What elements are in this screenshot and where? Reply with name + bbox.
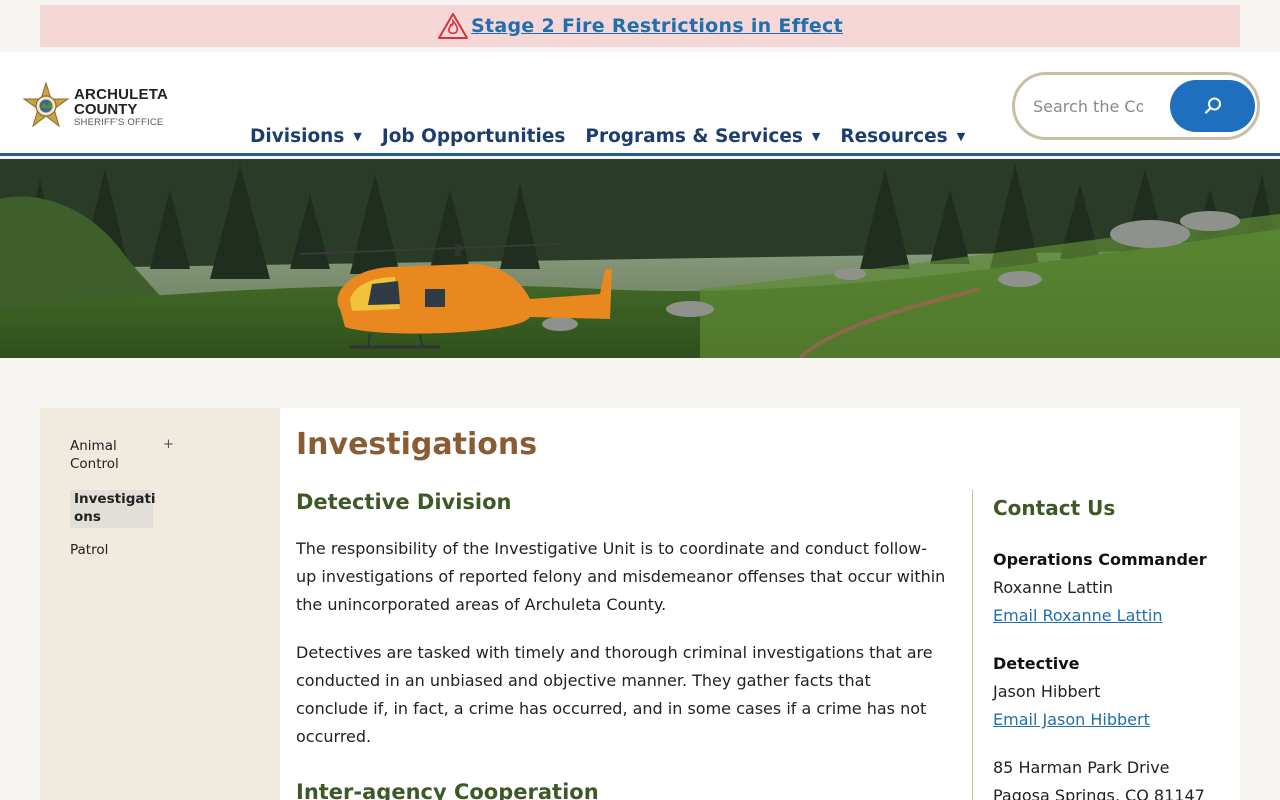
expand-plus-icon[interactable]: + bbox=[163, 437, 174, 452]
contact-name: Roxanne Lattin bbox=[993, 578, 1114, 597]
site-logo[interactable]: ARCHULETA COUNTY SHERIFF'S OFFICE bbox=[20, 79, 190, 135]
nav-item-programs-services[interactable]: Programs & Services ▼ bbox=[585, 126, 820, 147]
contact-role: Operations Commander bbox=[993, 550, 1207, 569]
email-roxanne-link[interactable]: Email Roxanne Lattin bbox=[993, 606, 1163, 625]
section-sidebar: Animal Control + Investigations Patrol bbox=[40, 408, 280, 800]
detective-division-paragraph-1: The responsibility of the Investigative … bbox=[296, 539, 946, 614]
caret-down-icon: ▼ bbox=[353, 129, 362, 143]
email-jason-link[interactable]: Email Jason Hibbert bbox=[993, 710, 1150, 729]
main-content: Investigations Detective Division The re… bbox=[280, 408, 1240, 800]
address-line-2: Pagosa Springs, CO 81147 bbox=[993, 786, 1205, 800]
detective-division-heading: Detective Division bbox=[296, 490, 512, 514]
search-box bbox=[1012, 72, 1260, 140]
search-button[interactable] bbox=[1170, 80, 1255, 132]
search-input[interactable] bbox=[1033, 92, 1143, 120]
site-header: ARCHULETA COUNTY SHERIFF'S OFFICE Divisi… bbox=[0, 52, 1280, 156]
address-line-1: 85 Harman Park Drive bbox=[993, 758, 1170, 777]
logo-line-3: SHERIFF'S OFFICE bbox=[74, 116, 164, 128]
nav-item-divisions[interactable]: Divisions ▼ bbox=[250, 126, 362, 147]
nav-item-job-opportunities[interactable]: Job Opportunities bbox=[382, 126, 566, 147]
nav-item-label: Divisions bbox=[250, 125, 345, 147]
main-nav: Divisions ▼ Job Opportunities Programs &… bbox=[250, 122, 985, 150]
sheriff-star-badge-icon bbox=[22, 81, 70, 128]
detective-division-paragraph-2: Detectives are tasked with timely and th… bbox=[296, 643, 933, 746]
sidebar-item-investigations[interactable]: Investigations bbox=[74, 490, 156, 526]
page-title: Investigations bbox=[296, 427, 538, 462]
logo-line-1: ARCHULETA bbox=[74, 85, 169, 103]
inter-agency-heading: Inter-agency Cooperation bbox=[296, 780, 599, 800]
contact-role: Detective bbox=[993, 654, 1080, 673]
caret-down-icon: ▼ bbox=[811, 129, 821, 143]
sidebar-item-animal-control[interactable]: Animal Control bbox=[70, 437, 150, 473]
nav-item-resources[interactable]: Resources ▼ bbox=[840, 126, 965, 147]
search-icon bbox=[1204, 97, 1221, 114]
caret-down-icon: ▼ bbox=[956, 129, 966, 143]
fire-restriction-link[interactable]: Stage 2 Fire Restrictions in Effect bbox=[471, 15, 843, 37]
alert-bar: Stage 2 Fire Restrictions in Effect bbox=[0, 0, 1280, 52]
logo-line-2: COUNTY bbox=[74, 100, 138, 118]
fire-restriction-alert: Stage 2 Fire Restrictions in Effect bbox=[40, 5, 1240, 47]
sidebar-item-patrol[interactable]: Patrol bbox=[70, 541, 108, 559]
nav-item-label: Programs & Services bbox=[585, 125, 803, 147]
nav-item-label: Resources bbox=[840, 125, 948, 147]
contact-name: Jason Hibbert bbox=[993, 682, 1101, 701]
hero-image bbox=[0, 159, 1280, 358]
fire-warning-icon bbox=[438, 13, 469, 39]
contact-title: Contact Us bbox=[993, 496, 1116, 520]
contact-panel: Contact Us Operations Commander Roxanne … bbox=[972, 490, 1240, 800]
logo-text: ARCHULETA COUNTY SHERIFF'S OFFICE bbox=[74, 87, 168, 128]
hero-helicopter-landscape bbox=[0, 159, 1280, 358]
nav-item-label: Job Opportunities bbox=[381, 125, 566, 147]
